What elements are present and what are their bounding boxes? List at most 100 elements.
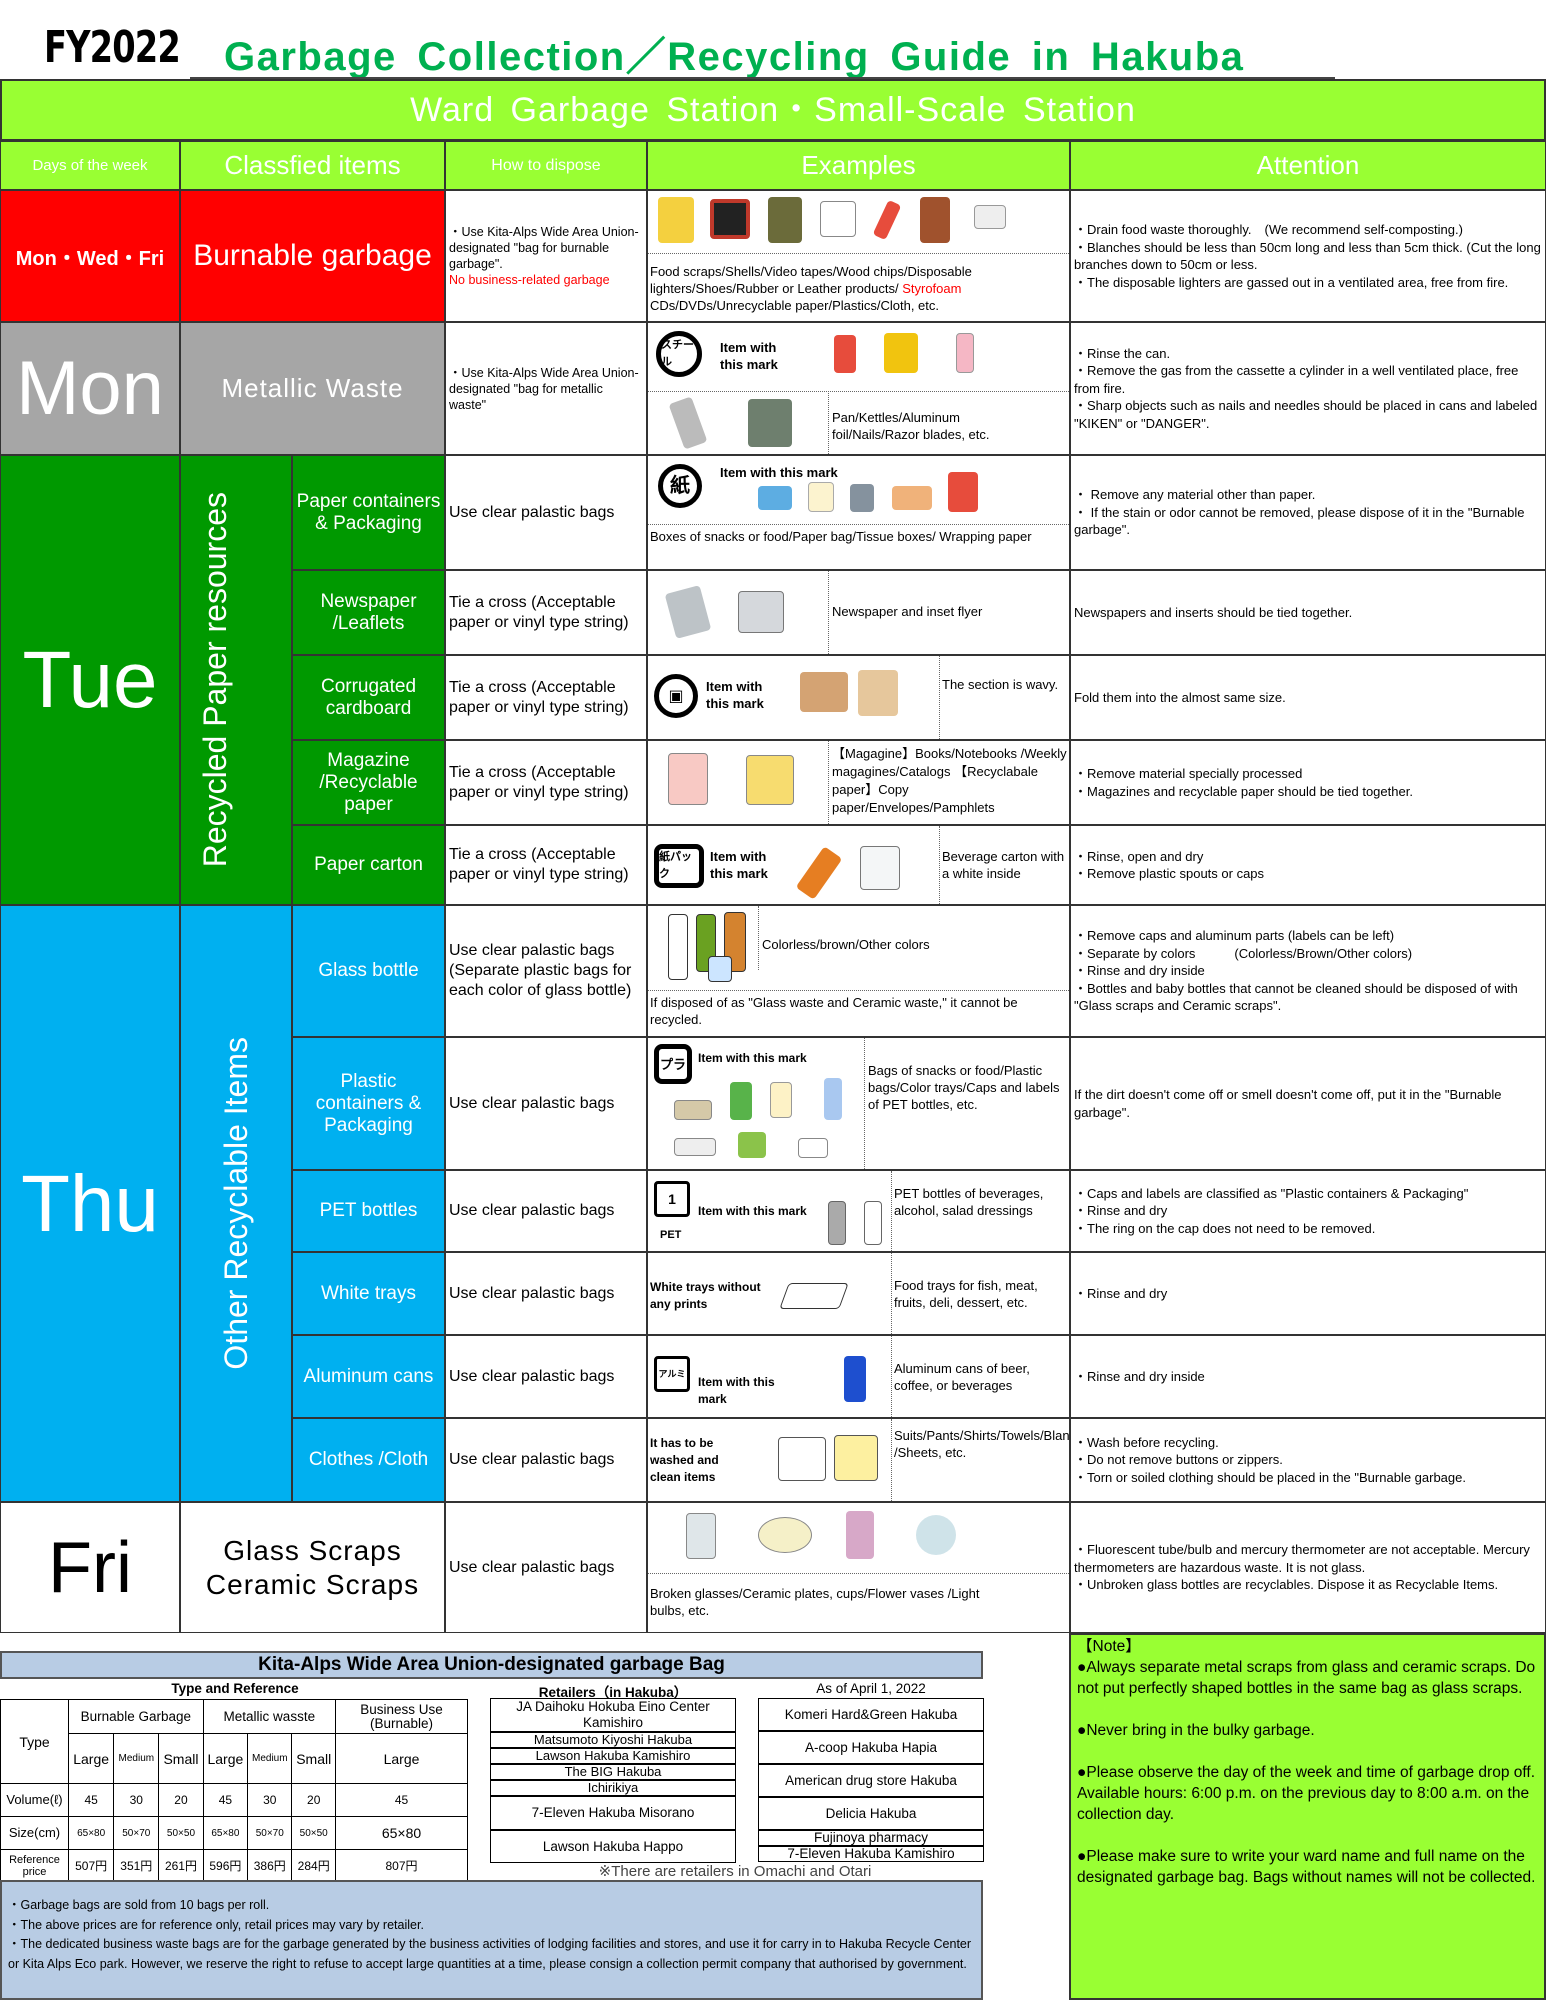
attention-metallic: ・Rinse the can. ・Remove the gas from the … bbox=[1070, 322, 1546, 455]
ceramic-plate-icon bbox=[758, 1517, 812, 1553]
list-item: If the dirt doesn't come off or smell do… bbox=[1074, 1087, 1502, 1120]
subcategory-other-3: White trays bbox=[292, 1252, 445, 1335]
pet-mark-text: Item with this mark bbox=[698, 1204, 807, 1218]
how-metallic: ・Use Kita-Alps Wide Area Union-designate… bbox=[445, 322, 647, 455]
as-of-date: As of April 1, 2022 bbox=[816, 1681, 926, 1696]
size-5: Small bbox=[291, 1733, 336, 1784]
how-paper-0: Use clear palastic bags bbox=[445, 455, 647, 570]
bag-value: 284円 bbox=[291, 1849, 336, 1882]
attention-other-list: ・Remove caps and aluminum parts (labels … bbox=[1074, 927, 1542, 1015]
bag-value: 30 bbox=[113, 1783, 160, 1817]
col-header-attention: Attention bbox=[1070, 141, 1546, 190]
bag-notes-list: ・Garbage bags are sold from 10 bags per … bbox=[8, 1896, 975, 1974]
list-item: ・Remove material specially processed bbox=[1074, 766, 1303, 781]
flower-vase-icon bbox=[846, 1511, 874, 1559]
examples-paper-3: 【Magagine】Books/Notebooks /Weekly magagi… bbox=[647, 740, 1070, 825]
day-burnable: Mon・Wed・Fri bbox=[0, 190, 180, 322]
list-item: ・Garbage bags are sold from 10 bags per … bbox=[8, 1898, 270, 1912]
snack-box-icon bbox=[758, 486, 792, 510]
list-item: Fold them into the almost same size. bbox=[1074, 689, 1286, 705]
list-item: ・The above prices are for reference only… bbox=[8, 1917, 424, 1932]
retailer-item: 7-Eleven Hakuba Misorano bbox=[490, 1796, 736, 1830]
attention-burnable-list: ・Drain food waste thoroughly. (We recomm… bbox=[1074, 221, 1542, 291]
bag-value: 45 bbox=[67, 1783, 115, 1817]
plastic-tray-icon bbox=[674, 1100, 712, 1120]
paper-carton-mark-icon: 紙パック bbox=[654, 844, 704, 888]
attention-paper-list: Newspapers and inserts should be tied to… bbox=[1074, 604, 1542, 622]
examples-plastic-text: Bags of snacks or food/Plastic bags/Colo… bbox=[868, 1063, 1060, 1112]
bag-section-title: Kita-Alps Wide Area Union-designated gar… bbox=[0, 1651, 983, 1679]
carton-bundle-icon bbox=[860, 846, 900, 890]
subcategory-2-paper: Corrugated cardboard bbox=[292, 655, 445, 740]
retailer-item: The BIG Hakuba bbox=[490, 1764, 736, 1780]
list-item: ・Bottles and baby bottles that cannot be… bbox=[1074, 980, 1518, 1014]
clothes-condition-text: It has to be washed and clean items bbox=[650, 1436, 719, 1484]
subcategory-4-paper: Paper carton bbox=[292, 825, 445, 905]
paper-recycle-mark-icon: 紙 bbox=[658, 464, 702, 508]
list-item: ・Sharp objects such as nails and needles… bbox=[1074, 398, 1538, 431]
examples-other-3: White trays without any prints Food tray… bbox=[647, 1252, 1070, 1335]
examples-burnable: Food scraps/Shells/Video tapes/Wood chip… bbox=[647, 190, 1070, 322]
list-item: ・Rinse the can. bbox=[1074, 345, 1171, 361]
bag-value: 20 bbox=[158, 1783, 204, 1817]
row-label: Size(cm) bbox=[0, 1816, 69, 1850]
list-item: ・ If the stain or odor cannot be removed… bbox=[1074, 504, 1525, 538]
list-item: ・Rinse and dry bbox=[1074, 1285, 1168, 1301]
bag-value: 50×70 bbox=[247, 1816, 293, 1850]
broken-glass-icon bbox=[686, 1513, 716, 1559]
size-3: Large bbox=[202, 1733, 249, 1784]
col-header-how: How to dispose bbox=[445, 141, 647, 190]
note-title: 【Note】 bbox=[1077, 1638, 1141, 1655]
attention-glass-scraps: ・Fluorescent tube/bulb and mercury therm… bbox=[1070, 1502, 1546, 1633]
aluminum-can-icon bbox=[844, 1356, 866, 1402]
category-metallic: Metallic Waste bbox=[180, 322, 445, 455]
list-item: ・Unbroken glass bottles are recyclables.… bbox=[1074, 1577, 1499, 1593]
list-item: ・The ring on the cap does not need to be… bbox=[1074, 1220, 1376, 1236]
plastic-mark-icon: プラ bbox=[654, 1044, 692, 1084]
attention-paper-list: ・Remove material specially processed ・Mag… bbox=[1074, 765, 1542, 800]
fiscal-year-label: FY2022 bbox=[44, 22, 181, 73]
paper-bag-icon bbox=[948, 472, 978, 512]
list-item: ●Please make sure to write your ward nam… bbox=[1077, 1848, 1536, 1886]
bag-value: 65×80 bbox=[67, 1816, 115, 1850]
examples-metallic-text: Pan/Kettles/Aluminum foil/Nails/Razor bl… bbox=[832, 410, 990, 442]
examples-aluminum-text: Aluminum cans of beer, coffee, or bevera… bbox=[894, 1361, 1030, 1393]
egg-carton-icon bbox=[674, 1138, 716, 1156]
how-paper-1: Tie a cross (Acceptable paper or vinyl t… bbox=[445, 570, 647, 655]
note-box: 【Note】 ●Always separate metal scraps fro… bbox=[1069, 1633, 1546, 2000]
col-header-items: Classfied items bbox=[180, 141, 445, 190]
retailer-item: Lawson Hakuba Happo bbox=[490, 1830, 736, 1863]
retailers-note: ※There are retailers in Omachi and Otari bbox=[598, 1863, 872, 1880]
lighter-icon bbox=[872, 199, 902, 241]
shoe-icon bbox=[768, 197, 802, 243]
attention-other-list: ・Rinse and dry inside bbox=[1074, 1368, 1542, 1386]
examples-magazine-text: 【Magagine】Books/Notebooks /Weekly magagi… bbox=[832, 746, 1067, 815]
list-item: ●Always separate metal scraps from glass… bbox=[1077, 1659, 1536, 1697]
detergent-bottle-icon bbox=[824, 1078, 842, 1120]
tissue-box-icon bbox=[850, 484, 874, 512]
how-other-3: Use clear palastic bags bbox=[445, 1252, 647, 1335]
examples-paper-4: 紙パック Item with this mark Beverage carton… bbox=[647, 825, 1070, 905]
list-item: ・Remove the gas from the cassette a cyli… bbox=[1074, 363, 1519, 396]
list-item: ・Rinse and dry bbox=[1074, 1203, 1168, 1219]
attention-other-list: ・Caps and labels are classified as "Plas… bbox=[1074, 1185, 1542, 1238]
bag-value: 65×80 bbox=[202, 1816, 249, 1850]
beverage-carton-icon bbox=[795, 846, 843, 900]
retailer-item: A-coop Hakuba Hapia bbox=[758, 1731, 984, 1764]
bag-table-row: Volume(ℓ) 45 30 20 45 30 20 45 bbox=[0, 1783, 468, 1817]
attention-metallic-list: ・Rinse the can. ・Remove the gas from the … bbox=[1074, 345, 1542, 433]
how-other-2: Use clear palastic bags bbox=[445, 1170, 647, 1252]
list-item: ・Remove caps and aluminum parts (labels … bbox=[1074, 928, 1395, 944]
list-item: ・Rinse and dry inside bbox=[1074, 1368, 1205, 1384]
paper-cup-icon bbox=[808, 482, 834, 512]
bag-value: 50×70 bbox=[113, 1816, 160, 1850]
category-other-recyclable: Other Recyclable Items bbox=[180, 905, 292, 1502]
steel-mark-text: Item with this mark bbox=[720, 340, 778, 372]
subcategory-3-paper: Magazine /Recyclable paper bbox=[292, 740, 445, 825]
pet-bottle-icon bbox=[828, 1201, 846, 1245]
video-tape-icon bbox=[710, 199, 750, 239]
sweater-icon bbox=[834, 1435, 878, 1481]
examples-clothes-text: Suits/Pants/Shirts/Towels/Blankets /Shee… bbox=[894, 1428, 1070, 1460]
attention-other-5: ・Wash before recycling. ・Do not remove bu… bbox=[1070, 1418, 1546, 1502]
subcategory-other-0: Glass bottle bbox=[292, 905, 445, 1037]
